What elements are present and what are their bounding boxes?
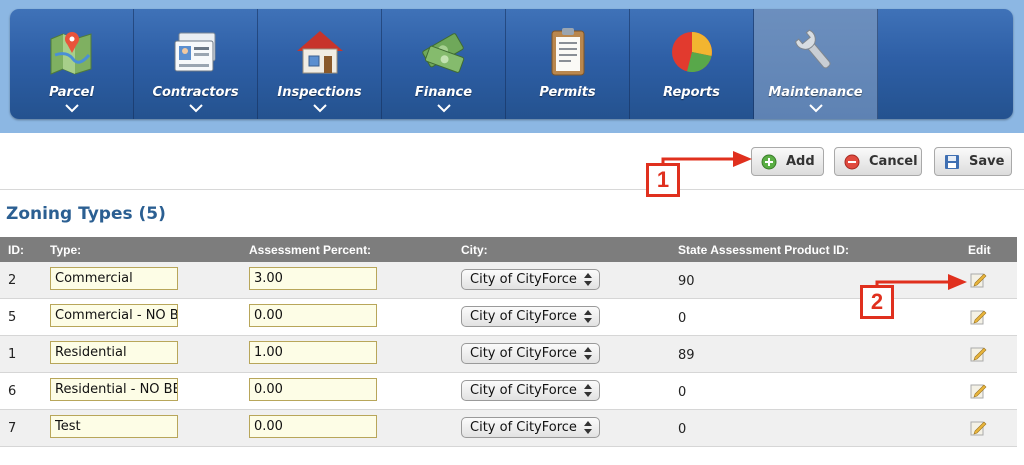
type-field[interactable] (50, 378, 178, 401)
select-arrows-icon (584, 421, 592, 434)
edit-icon[interactable] (969, 345, 987, 363)
nav-label: Permits (539, 85, 596, 100)
city-select[interactable]: City of CityForce (461, 269, 600, 290)
main-nav: Parcel Contractors Inspections Finance P… (10, 9, 1013, 119)
cancel-button[interactable]: Cancel (834, 147, 922, 176)
nav-item-inspections[interactable]: Inspections (258, 9, 382, 119)
type-field[interactable] (50, 267, 178, 290)
state-assessment-id: 90 (678, 274, 695, 289)
assessment-field[interactable] (249, 341, 377, 364)
state-assessment-id: 0 (678, 311, 687, 326)
id-card-icon (174, 32, 215, 72)
assessment-field[interactable] (249, 267, 377, 290)
city-select[interactable]: City of CityForce (461, 417, 600, 438)
nav-item-contractors[interactable]: Contractors (134, 9, 258, 119)
row-id: 1 (8, 347, 17, 362)
nav-item-finance[interactable]: Finance (382, 9, 506, 119)
add-button-label: Add (786, 154, 815, 169)
map-pin-icon (50, 32, 91, 75)
save-button-label: Save (969, 154, 1005, 169)
pie-chart-icon (671, 32, 712, 73)
minus-circle-icon (844, 154, 860, 169)
row-id: 7 (8, 421, 17, 436)
city-select-value: City of CityForce (470, 383, 577, 398)
column-header-state-id: State Assessment Product ID: (678, 243, 849, 257)
state-assessment-id: 0 (678, 422, 687, 437)
select-arrows-icon (584, 384, 592, 397)
save-button[interactable]: Save (934, 147, 1012, 176)
annotation-marker-2: 2 (860, 285, 894, 319)
nav-item-maintenance[interactable]: Maintenance (754, 9, 878, 119)
select-arrows-icon (584, 310, 592, 323)
nav-item-parcel[interactable]: Parcel (10, 9, 134, 119)
edit-icon[interactable] (969, 308, 987, 326)
table-row: 7 City of CityForce 0 (0, 410, 1017, 447)
add-button[interactable]: Add (751, 147, 824, 176)
chevron-down-icon (808, 104, 823, 113)
table-row: 1 City of CityForce 89 (0, 336, 1017, 373)
cancel-button-label: Cancel (869, 154, 918, 169)
select-arrows-icon (584, 273, 592, 286)
city-select[interactable]: City of CityForce (461, 380, 600, 401)
column-header-city: City: (461, 243, 488, 257)
row-id: 6 (8, 384, 17, 399)
plus-circle-icon (761, 154, 777, 169)
annotation-arrowhead-1 (733, 151, 752, 167)
type-field[interactable] (50, 304, 178, 327)
nav-label: Contractors (152, 85, 239, 100)
type-field[interactable] (50, 415, 178, 438)
city-select[interactable]: City of CityForce (461, 343, 600, 364)
assessment-field[interactable] (249, 378, 377, 401)
select-arrows-icon (584, 347, 592, 360)
column-header-edit: Edit (968, 243, 991, 257)
house-icon (296, 31, 343, 74)
page-title: Zoning Types (5) (6, 204, 166, 224)
city-select-value: City of CityForce (470, 420, 577, 435)
nav-label: Reports (663, 85, 720, 100)
nav-band: Parcel Contractors Inspections Finance P… (0, 0, 1024, 133)
chevron-down-icon (188, 104, 203, 113)
table-row: 6 City of CityForce 0 (0, 373, 1017, 410)
chevron-down-icon (436, 104, 451, 113)
edit-icon[interactable] (969, 382, 987, 400)
row-id: 2 (8, 273, 17, 288)
city-select-value: City of CityForce (470, 346, 577, 361)
toolbar-divider (0, 189, 1024, 190)
nav-label: Parcel (49, 85, 94, 100)
clipboard-icon (551, 28, 584, 76)
state-assessment-id: 89 (678, 348, 695, 363)
assessment-field[interactable] (249, 304, 377, 327)
column-header-assessment: Assessment Percent: (249, 243, 372, 257)
nav-item-reports[interactable]: Reports (630, 9, 754, 119)
state-assessment-id: 0 (678, 385, 687, 400)
chevron-down-icon (312, 104, 327, 113)
type-field[interactable] (50, 341, 178, 364)
nav-label: Maintenance (768, 85, 863, 100)
column-header-type: Type: (50, 243, 82, 257)
nav-label: Finance (414, 85, 473, 100)
annotation-marker-1: 1 (646, 163, 680, 197)
row-id: 5 (8, 310, 17, 325)
city-select[interactable]: City of CityForce (461, 306, 600, 327)
city-select-value: City of CityForce (470, 272, 577, 287)
assessment-field[interactable] (249, 415, 377, 438)
column-header-id: ID: (8, 243, 24, 257)
edit-icon[interactable] (969, 271, 987, 289)
nav-label: Inspections (277, 85, 362, 100)
zoning-types-table: ID: Type: Assessment Percent: City: Stat… (0, 237, 1017, 447)
nav-item-permits[interactable]: Permits (506, 9, 630, 119)
edit-icon[interactable] (969, 419, 987, 437)
chevron-down-icon (64, 104, 79, 113)
floppy-disk-icon (945, 154, 959, 169)
table-header: ID: Type: Assessment Percent: City: Stat… (0, 237, 1017, 262)
money-icon (421, 33, 464, 73)
wrench-icon (794, 29, 831, 69)
city-select-value: City of CityForce (470, 309, 577, 324)
